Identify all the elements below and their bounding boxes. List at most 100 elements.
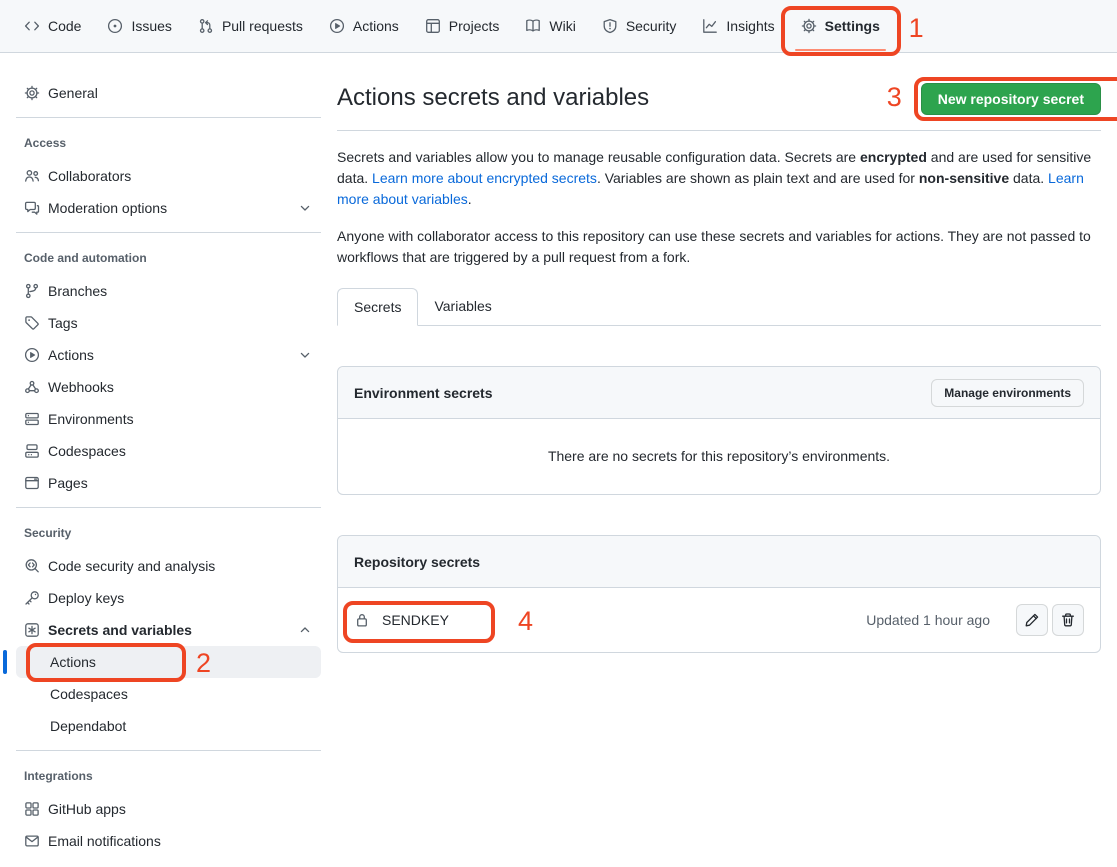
tab-pull-requests[interactable]: Pull requests [190,10,311,42]
secret-updated-time: Updated 1 hour ago [866,612,990,628]
tab-secrets[interactable]: Secrets [337,288,418,326]
intro-bold-encrypted: encrypted [860,149,927,165]
environment-secrets-panel: Environment secrets Manage environments … [337,366,1101,495]
delete-secret-button[interactable] [1052,604,1084,636]
comment-discussion-icon [24,200,40,216]
server-icon [24,411,40,427]
intro-text: Secrets and variables allow you to manag… [337,149,860,165]
sidebar-item-environments[interactable]: Environments [16,403,321,435]
sidebar-section-integrations: Integrations [16,759,321,793]
key-asterisk-icon [24,622,40,638]
sidebar-subitem-label: Actions [50,654,96,670]
sidebar-item-label: Environments [48,411,134,427]
tab-issues[interactable]: Issues [99,10,179,42]
tab-label: Security [626,18,677,34]
secret-name: SENDKEY [382,612,449,628]
intro-text: data. [1009,170,1048,186]
intro-bold-non-sensitive: non-sensitive [919,170,1009,186]
sidebar-item-label: Code security and analysis [48,558,215,574]
sidebar-subitem-codespaces[interactable]: Codespaces [16,678,321,710]
book-icon [525,18,541,34]
sidebar-section-security: Security [16,516,321,550]
tab-label: Issues [131,18,171,34]
environment-secrets-empty-text: There are no secrets for this repository… [338,419,1100,494]
sidebar-item-moderation-options[interactable]: Moderation options [16,192,321,224]
sidebar-item-actions[interactable]: Actions [16,339,321,371]
webhook-icon [24,379,40,395]
divider [16,232,321,233]
sidebar-subitem-actions[interactable]: Actions 2 [16,646,321,678]
divider [16,507,321,508]
table-icon [425,18,441,34]
sidebar-section-code-and-automation: Code and automation [16,241,321,275]
codescan-icon [24,558,40,574]
tab-label: Pull requests [222,18,303,34]
sidebar-item-codespaces[interactable]: Codespaces [16,435,321,467]
shield-icon [602,18,618,34]
trash-icon [1060,612,1076,628]
sidebar-item-label: Webhooks [48,379,114,395]
sidebar-item-webhooks[interactable]: Webhooks [16,371,321,403]
sidebar-item-tags[interactable]: Tags [16,307,321,339]
apps-icon [24,801,40,817]
sidebar-item-github-apps[interactable]: GitHub apps [16,793,321,825]
sidebar-item-pages[interactable]: Pages [16,467,321,499]
lock-icon [354,612,370,628]
sidebar-section-access: Access [16,126,321,160]
repository-secrets-panel: Repository secrets SENDKEY 4 Updated 1 h… [337,535,1101,653]
sidebar-item-secrets-and-variables[interactable]: Secrets and variables [16,614,321,646]
sidebar-item-label: General [48,85,98,101]
main-content: Actions secrets and variables New reposi… [337,53,1117,653]
sidebar-item-label: Moderation options [48,200,167,216]
panel-title: Repository secrets [354,554,480,570]
chevron-down-icon [297,200,313,216]
git-pull-request-icon [198,18,214,34]
sidebar-item-general[interactable]: General [16,77,321,109]
manage-environments-button[interactable]: Manage environments [931,379,1084,407]
page-header: Actions secrets and variables New reposi… [337,83,1101,131]
intro-text: . Variables are shown as plain text and … [597,170,919,186]
tab-wiki[interactable]: Wiki [517,10,583,42]
browser-icon [24,475,40,491]
environment-secrets-header: Environment secrets Manage environments [338,367,1100,419]
graph-icon [702,18,718,34]
secret-row: SENDKEY 4 Updated 1 hour ago [338,588,1100,652]
sidebar-item-deploy-keys[interactable]: Deploy keys [16,582,321,614]
sidebar-item-label: Tags [48,315,78,331]
git-branch-icon [24,283,40,299]
link-encrypted-secrets[interactable]: Learn more about encrypted secrets [372,170,597,186]
repository-secrets-header: Repository secrets [338,536,1100,588]
sidebar-item-label: Pages [48,475,88,491]
sidebar-item-email-notifications[interactable]: Email notifications [16,825,321,857]
tag-icon [24,315,40,331]
sidebar-subitem-dependabot[interactable]: Dependabot [16,710,321,742]
edit-secret-button[interactable] [1016,604,1048,636]
tab-insights[interactable]: Insights [694,10,782,42]
chevron-down-icon [297,347,313,363]
tab-projects[interactable]: Projects [417,10,508,42]
tab-label: Actions [353,18,399,34]
sidebar-item-label: GitHub apps [48,801,126,817]
sidebar-item-branches[interactable]: Branches [16,275,321,307]
tab-actions[interactable]: Actions [321,10,407,42]
sidebar-subitem-label: Dependabot [50,718,126,734]
tab-settings[interactable]: Settings 1 [793,10,888,42]
tab-code[interactable]: Code [16,10,89,42]
panel-title: Environment secrets [354,385,493,401]
sidebar-item-collaborators[interactable]: Collaborators [16,160,321,192]
gear-icon [801,18,817,34]
tab-label: Code [48,18,81,34]
active-item-marker [3,650,7,674]
mail-icon [24,833,40,849]
sidebar-item-label: Email notifications [48,833,161,849]
issue-opened-icon [107,18,123,34]
tab-security[interactable]: Security [594,10,685,42]
intro-paragraph-1: Secrets and variables allow you to manag… [337,147,1101,210]
play-icon [329,18,345,34]
codespaces-icon [24,443,40,459]
sidebar-item-code-security[interactable]: Code security and analysis [16,550,321,582]
active-tab-underline [795,49,886,51]
new-repository-secret-button[interactable]: New repository secret [921,83,1101,115]
tab-variables[interactable]: Variables [418,288,507,325]
code-icon [24,18,40,34]
